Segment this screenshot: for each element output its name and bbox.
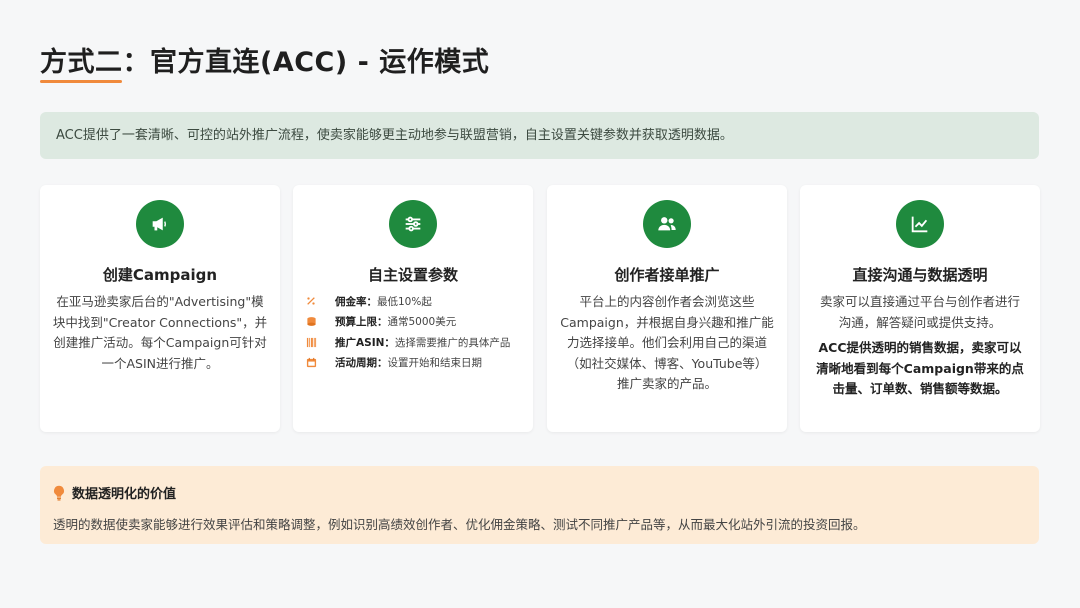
card-line: 力选择接单。他们会利用自己的渠道 <box>566 335 767 350</box>
card-line: 一个ASIN进行推广。 <box>101 355 219 371</box>
card-creator-promotion: 创作者接单推广 平台上的内容创作者会浏览这些 Campaign，并根据自身兴趣和… <box>547 185 787 432</box>
card-bold-line: ACC提供透明的销售数据，卖家可以 <box>818 340 1022 355</box>
param-row-period: 活动周期： 设置开始和结束日期 <box>305 353 529 374</box>
param-row-asin: 推广ASIN： 选择需要推广的具体产品 <box>305 332 529 353</box>
card-body: 卖家可以直接通过平台与创作者进行 沟通，解答疑问或提供支持。 ACC提供透明的销… <box>812 292 1028 400</box>
param-label: 佣金率： <box>335 295 377 308</box>
lightbulb-icon <box>54 485 64 500</box>
card-create-campaign: 创建Campaign 在亚马逊卖家后台的"Advertising"模 块中找到"… <box>40 185 280 432</box>
card-line: 推广卖家的产品。 <box>616 376 717 391</box>
value-text: 透明的数据使卖家能够进行效果评估和策略调整，例如识别高绩效创作者、优化佣金策略、… <box>53 517 866 532</box>
card-line: 卖家可以直接通过平台与创作者进行 <box>819 294 1020 309</box>
param-row-commission: 佣金率： 最低10%起 <box>305 291 529 312</box>
param-value: 通常5000美元 <box>387 316 457 329</box>
card-line: 在亚马逊卖家后台的"Advertising"模 <box>56 294 264 309</box>
value-heading-row: 数据透明化的价值 <box>53 483 176 502</box>
card-bold-line: 击量、订单数、销售额等数据。 <box>832 381 1008 396</box>
card-body: 平台上的内容创作者会浏览这些 Campaign，并根据自身兴趣和推广能 力选择接… <box>559 292 775 395</box>
value-heading: 数据透明化的价值 <box>72 487 177 502</box>
card-title: 直接沟通与数据透明 <box>852 266 988 284</box>
percent-icon <box>305 295 317 307</box>
param-label: 推广ASIN： <box>335 336 395 349</box>
param-list: 佣金率： 最低10%起 预算上限： 通常5000美元 推广ASIN： 选择需要推广的具… <box>305 291 529 373</box>
param-label: 预算上限： <box>335 316 388 329</box>
card-line: （如社交媒体、博客、YouTube等） <box>566 355 768 371</box>
page-title: 方式二：官方直连(ACC) - 运作模式 <box>40 47 490 78</box>
chart-line-icon <box>896 200 944 248</box>
value-callout: 数据透明化的价值 透明的数据使卖家能够进行效果评估和策略调整，例如识别高绩效创作… <box>40 466 1039 544</box>
card-communication-data: 直接沟通与数据透明 卖家可以直接通过平台与创作者进行 沟通，解答疑问或提供支持。… <box>800 185 1040 432</box>
param-value: 选择需要推广的具体产品 <box>394 336 511 349</box>
coins-icon <box>305 316 317 328</box>
param-row-budget: 预算上限： 通常5000美元 <box>305 312 529 333</box>
param-value: 设置开始和结束日期 <box>387 357 483 370</box>
megaphone-icon <box>136 200 184 248</box>
card-title: 创建Campaign <box>102 266 218 284</box>
card-body: 在亚马逊卖家后台的"Advertising"模 块中找到"Creator Con… <box>52 292 268 374</box>
param-value: 最低10%起 <box>377 295 432 308</box>
card-title: 创作者接单推广 <box>614 266 720 284</box>
card-line: 块中找到"Creator Connections"，并 <box>52 314 268 330</box>
users-icon <box>643 200 691 248</box>
card-line: 平台上的内容创作者会浏览这些 <box>579 294 755 309</box>
card-bold-line: 清晰地看到每个Campaign带来的点 <box>816 360 1024 376</box>
card-title: 自主设置参数 <box>367 266 458 284</box>
card-set-params: 自主设置参数 佣金率： 最低10%起 预算上限： 通常5000美元 推广ASIN：选… <box>293 185 533 432</box>
sliders-icon <box>389 200 437 248</box>
calendar-icon <box>305 357 317 369</box>
title-underline <box>40 80 122 83</box>
card-line: 沟通，解答疑问或提供支持。 <box>838 314 1002 330</box>
card-line: Campaign，并根据自身兴趣和推广能 <box>560 314 774 330</box>
card-line: 创建推广活动。每个Campaign可针对 <box>53 335 267 350</box>
intro-banner: ACC提供了一套清晰、可控的站外推广流程，使卖家能够更主动地参与联盟营销，自主设… <box>40 112 1039 159</box>
param-label: 活动周期： <box>335 357 388 370</box>
barcode-icon <box>305 336 317 348</box>
